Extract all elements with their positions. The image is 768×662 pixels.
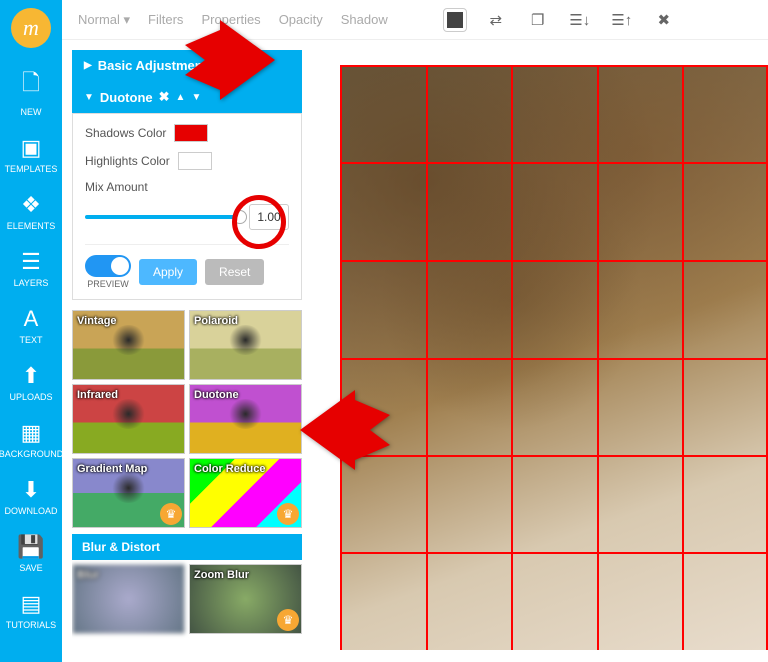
- filter-label: Polaroid: [194, 315, 238, 327]
- filter-label: Duotone: [194, 389, 239, 401]
- layer-up-icon[interactable]: ☰↑: [610, 11, 634, 29]
- premium-badge-icon: ♛: [160, 503, 182, 525]
- premium-badge-icon: ♛: [277, 609, 299, 631]
- sidebar-item-new[interactable]: 🗋 NEW: [21, 66, 42, 117]
- sidebar-item-save[interactable]: 💾 SAVE: [17, 534, 44, 573]
- sidebar-item-download[interactable]: ⬇ DOWNLOAD: [4, 477, 57, 516]
- sidebar-item-background[interactable]: ▦ BACKGROUND: [0, 420, 63, 459]
- accordion-label: Duotone: [100, 90, 153, 105]
- sidebar-label: UPLOADS: [9, 392, 52, 402]
- preview-toggle[interactable]: [85, 255, 131, 277]
- elements-icon: ❖: [21, 192, 41, 218]
- book-icon: ▤: [21, 591, 42, 617]
- mix-label: Mix Amount: [85, 180, 148, 194]
- download-icon: ⬇: [22, 477, 40, 503]
- filter-color-reduce[interactable]: Color Reduce ♛: [189, 458, 302, 528]
- tab-shadow[interactable]: Shadow: [341, 12, 388, 27]
- sidebar-item-templates[interactable]: ▣ TEMPLATES: [5, 135, 58, 174]
- filter-zoom-blur[interactable]: Zoom Blur ♛: [189, 564, 302, 634]
- filter-label: Gradient Map: [77, 463, 147, 475]
- canvas-image[interactable]: [340, 65, 768, 650]
- annotation-arrow-icon: [185, 20, 275, 100]
- topbar: Normal ▾ Filters Properties Opacity Shad…: [62, 0, 768, 40]
- filter-label: Infrared: [77, 389, 118, 401]
- blur-section-header[interactable]: Blur & Distort: [72, 534, 302, 560]
- mix-slider[interactable]: [85, 215, 241, 219]
- filter-label: Blur: [77, 569, 99, 581]
- filters-panel: ▶Basic Adjustments ▼Duotone✖▲▼ Shadows C…: [72, 50, 302, 660]
- filter-duotone[interactable]: Duotone: [189, 384, 302, 454]
- filter-label: Color Reduce: [194, 463, 266, 475]
- reset-button[interactable]: Reset: [205, 259, 264, 285]
- annotation-arrow-icon: [300, 390, 390, 470]
- sidebar-label: NEW: [21, 107, 42, 117]
- sidebar-label: DOWNLOAD: [4, 506, 57, 516]
- text-icon: A: [24, 306, 39, 332]
- highlights-color-swatch[interactable]: [178, 152, 212, 170]
- shadows-label: Shadows Color: [85, 126, 166, 140]
- sidebar-label: ELEMENTS: [7, 221, 56, 231]
- triangle-right-icon: ▶: [84, 60, 92, 71]
- delete-icon[interactable]: ✖: [652, 11, 676, 29]
- upload-icon: ⬆: [22, 363, 40, 389]
- filter-label: Zoom Blur: [194, 569, 249, 581]
- template-icon: ▣: [21, 135, 42, 161]
- premium-badge-icon: ♛: [277, 503, 299, 525]
- sidebar-label: TEMPLATES: [5, 164, 58, 174]
- highlights-label: Highlights Color: [85, 154, 170, 168]
- save-icon: 💾: [17, 534, 44, 560]
- tab-opacity[interactable]: Opacity: [279, 12, 323, 27]
- apply-button[interactable]: Apply: [139, 259, 197, 285]
- sidebar-label: LAYERS: [14, 278, 49, 288]
- filter-grid: Vintage Polaroid Infrared Duotone Gradie…: [72, 310, 302, 634]
- filter-infrared[interactable]: Infrared: [72, 384, 185, 454]
- sidebar-label: TEXT: [19, 335, 42, 345]
- file-icon: 🗋: [22, 66, 40, 104]
- sidebar-item-layers[interactable]: ☰ LAYERS: [14, 249, 49, 288]
- app-logo[interactable]: m: [11, 8, 51, 48]
- color-picker-button[interactable]: [444, 9, 466, 31]
- shadows-color-swatch[interactable]: [174, 124, 208, 142]
- sidebar-item-elements[interactable]: ❖ ELEMENTS: [7, 192, 56, 231]
- filter-vintage[interactable]: Vintage: [72, 310, 185, 380]
- preview-label: PREVIEW: [87, 279, 129, 289]
- tab-normal[interactable]: Normal ▾: [78, 12, 130, 28]
- sidebar-label: TUTORIALS: [6, 620, 56, 630]
- sidebar-label: SAVE: [19, 563, 42, 573]
- filter-label: Vintage: [77, 315, 117, 327]
- chevron-up-icon[interactable]: ▲: [176, 92, 186, 103]
- sidebar: m 🗋 NEW ▣ TEMPLATES ❖ ELEMENTS ☰ LAYERS A TEX…: [0, 0, 62, 662]
- layers-icon: ☰: [21, 249, 41, 275]
- triangle-down-icon: ▼: [84, 92, 94, 103]
- swap-icon[interactable]: ⇄: [484, 11, 508, 29]
- annotation-circle: [232, 195, 286, 249]
- duplicate-icon[interactable]: ❐: [526, 11, 550, 29]
- filter-polaroid[interactable]: Polaroid: [189, 310, 302, 380]
- sidebar-item-text[interactable]: A TEXT: [19, 306, 42, 345]
- sidebar-item-tutorials[interactable]: ▤ TUTORIALS: [6, 591, 56, 630]
- background-icon: ▦: [21, 420, 42, 446]
- sidebar-item-uploads[interactable]: ⬆ UPLOADS: [9, 363, 52, 402]
- filter-gradient-map[interactable]: Gradient Map ♛: [72, 458, 185, 528]
- close-icon[interactable]: ✖: [159, 89, 170, 105]
- sidebar-label: BACKGROUND: [0, 449, 63, 459]
- layer-down-icon[interactable]: ☰↓: [568, 11, 592, 29]
- filter-blur[interactable]: Blur: [72, 564, 185, 634]
- tab-filters[interactable]: Filters: [148, 12, 183, 27]
